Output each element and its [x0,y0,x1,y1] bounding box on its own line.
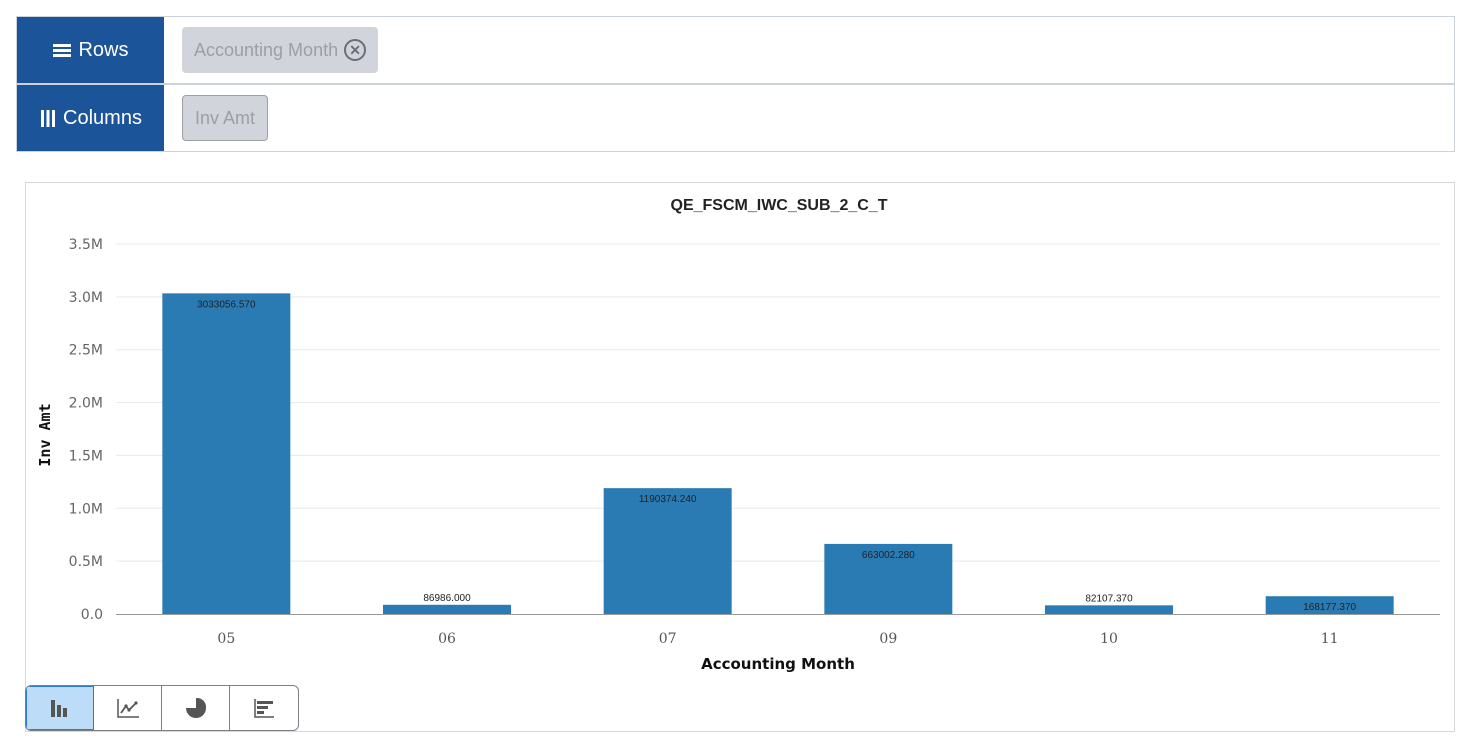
rows-label: Rows [78,38,129,61]
x-tick-label: 06 [438,631,456,647]
pivot-config: Rows Accounting Month ✕ Columns Inv Amt [16,16,1455,152]
data-label: 82107.370 [1085,593,1133,604]
bar[interactable] [1045,605,1173,614]
x-tick-label: 07 [659,631,677,647]
x-tick-label: 10 [1100,631,1118,647]
chart-title: QE_FSCM_IWC_SUB_2_C_T [671,197,888,214]
remove-field-icon[interactable]: ✕ [344,39,367,61]
line-chart-icon [116,699,139,718]
data-label: 663002.280 [862,550,915,561]
bar-chart-icon [50,700,67,717]
bar[interactable] [383,604,511,614]
row-field-chip[interactable]: Accounting Month ✕ [182,27,379,73]
column-field-chip[interactable]: Inv Amt [182,95,269,141]
y-tick-label: 3.5M [69,237,103,253]
bar[interactable] [162,293,291,614]
y-tick-label: 3.0M [69,290,103,306]
rows-icon [53,44,72,57]
y-axis-label: Inv Amt [36,403,54,466]
y-tick-label: 1.0M [69,501,103,517]
row-field-label: Accounting Month [194,39,339,60]
columns-header: Columns [17,85,164,151]
y-tick-label: 2.5M [69,343,103,359]
columns-drop-area[interactable]: Inv Amt [164,85,1454,151]
rows-drop-area[interactable]: Accounting Month ✕ [164,17,1454,83]
rows-header: Rows [17,17,164,83]
data-label: 86986.000 [423,593,471,604]
data-label: 3033056.570 [197,299,256,310]
data-label: 168177.370 [1303,602,1356,613]
data-label: 1190374.240 [639,494,697,505]
horizontal-bar-chart-icon [254,699,274,718]
columns-label: Columns [63,106,142,129]
rows-zone: Rows Accounting Month ✕ [17,17,1454,83]
pie-chart-icon [185,698,206,718]
x-tick-label: 05 [217,631,235,647]
bar-chart-button[interactable] [26,686,94,730]
columns-zone: Columns Inv Amt [17,83,1454,151]
x-tick-label: 11 [1321,631,1339,647]
y-tick-label: 1.5M [69,448,103,464]
x-tick-label: 09 [879,631,897,647]
chart-type-toolbar [25,685,299,731]
columns-icon [41,110,56,127]
chart-panel: QE_FSCM_IWC_SUB_2_C_T 0.0 0.5M 1.0M 1.5M 2.0… [25,182,1455,732]
horizontal-bar-chart-button[interactable] [230,686,298,730]
y-tick-label: 0.0 [81,607,103,623]
x-axis-label: Accounting Month [701,655,855,673]
line-chart-button[interactable] [94,686,162,730]
column-field-label: Inv Amt [195,107,256,128]
y-tick-label: 2.0M [69,396,103,412]
y-tick-label: 0.5M [69,554,103,570]
bar[interactable] [603,488,732,614]
pie-chart-button[interactable] [162,686,230,730]
bar-chart: QE_FSCM_IWC_SUB_2_C_T 0.0 0.5M 1.0M 1.5M 2.0… [36,197,1440,673]
